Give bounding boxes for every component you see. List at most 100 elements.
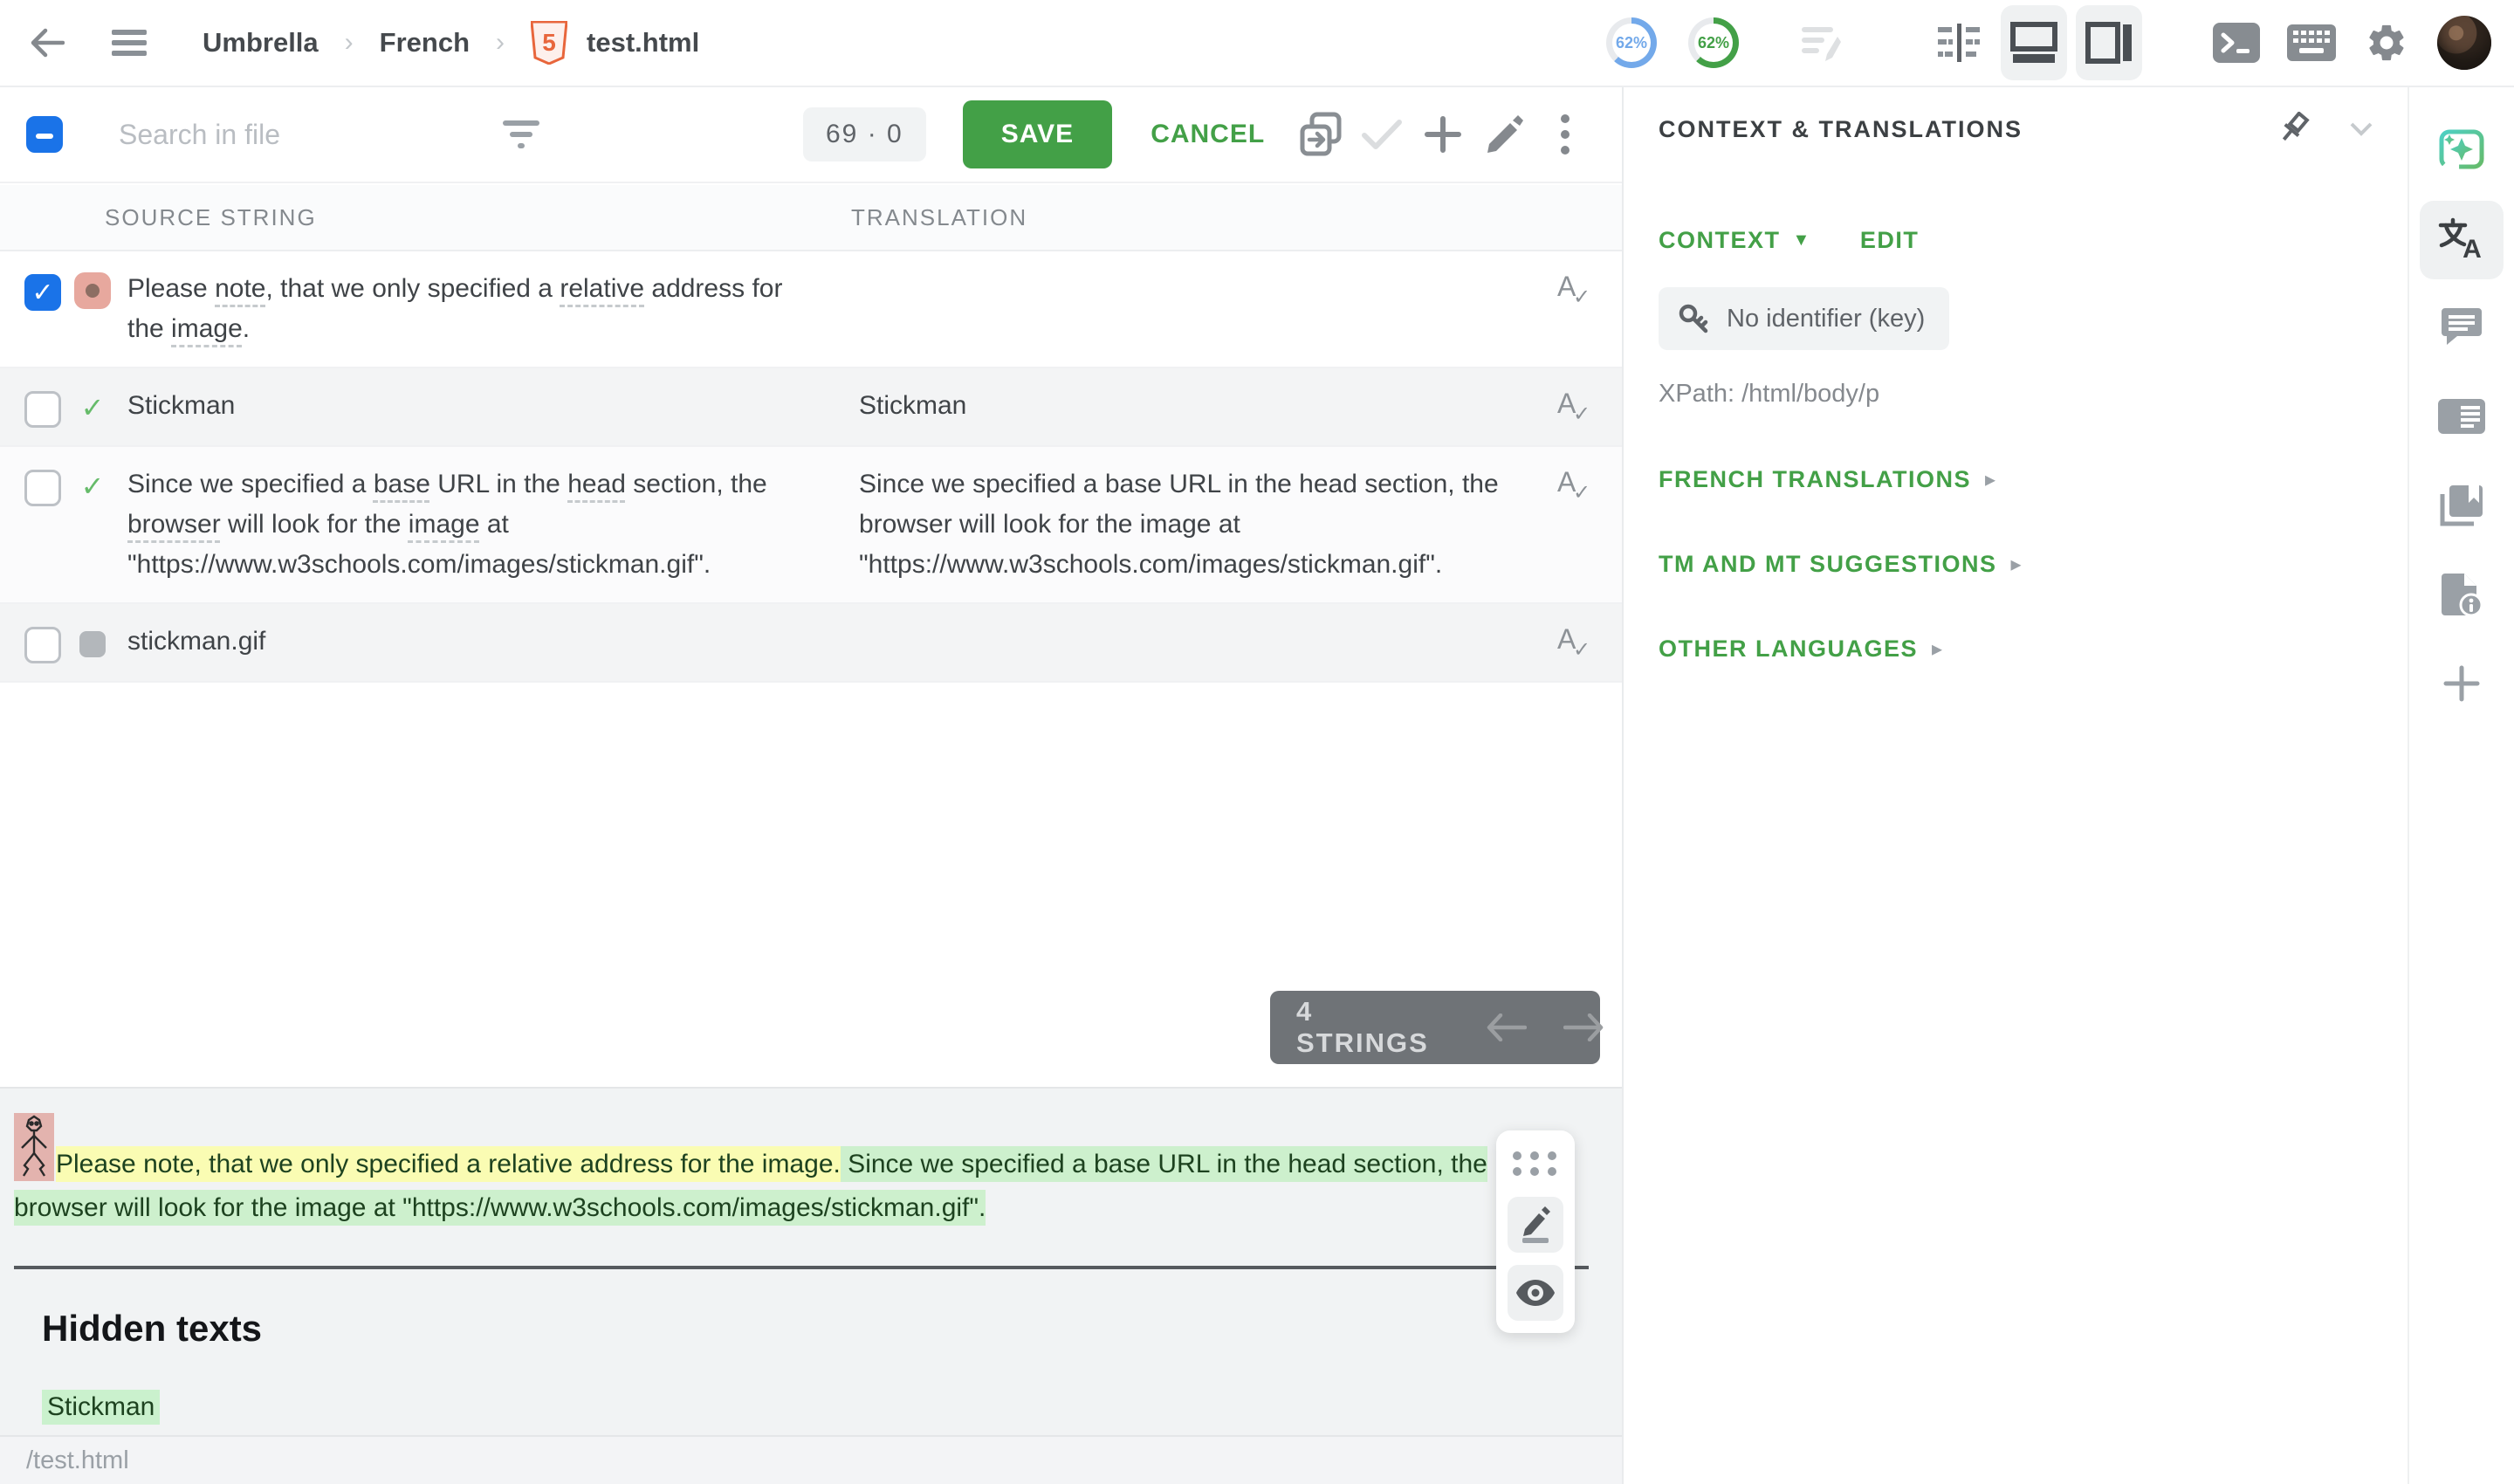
search-input[interactable] — [119, 119, 485, 151]
copy-icon — [1299, 112, 1343, 157]
shortcuts-button[interactable] — [2278, 5, 2345, 80]
console-button[interactable] — [2203, 5, 2270, 80]
chevron-right-icon: ▸ — [2011, 552, 2023, 577]
chevron-right-icon: ▸ — [1985, 467, 1997, 492]
string-row[interactable]: Please note, that we only specified a re… — [0, 251, 1622, 368]
header-actions: 62% 62% — [1606, 5, 2514, 80]
next-string-button[interactable] — [1563, 1013, 1604, 1041]
add-panel-rail-button[interactable] — [2420, 646, 2504, 725]
string-row-checkbox[interactable] — [24, 274, 61, 311]
glossary-term[interactable]: head — [567, 470, 626, 498]
string-row-checkbox[interactable] — [24, 470, 61, 506]
top-bar: Umbrella›French›5test.html 62%62% — [0, 0, 2514, 87]
filter-button[interactable] — [501, 108, 541, 161]
panel-section-french-translations[interactable]: FRENCH TRANSLATIONS▸ — [1659, 466, 2373, 493]
back-button[interactable] — [16, 11, 79, 74]
string-row-checkbox[interactable] — [24, 391, 61, 428]
string-row[interactable]: ✓Since we specified a base URL in the he… — [0, 447, 1622, 604]
right-panel-view-icon — [2085, 22, 2133, 64]
hidden-status-icon — [73, 625, 112, 657]
add-panel-icon — [2442, 663, 2482, 708]
spellcheck-icon[interactable]: A✓ — [1556, 388, 1596, 428]
string-row-checkbox[interactable] — [24, 627, 61, 663]
translate-rail-button[interactable]: A — [2420, 201, 2504, 279]
hidden-texts-heading: Hidden texts — [42, 1308, 1608, 1350]
right-panel-view-button[interactable] — [2076, 5, 2142, 80]
edit-string-button[interactable] — [1473, 104, 1535, 165]
select-all-checkbox[interactable] — [26, 116, 63, 153]
save-button[interactable]: SAVE — [963, 100, 1112, 168]
glossary-term[interactable]: browser — [127, 510, 221, 539]
key-icon — [1676, 301, 1711, 336]
edit-lines-button[interactable] — [1789, 5, 1856, 80]
previous-string-button[interactable] — [1487, 1013, 1527, 1041]
edit-lines-icon — [1801, 21, 1844, 65]
spellcheck-icon[interactable]: A✓ — [1556, 271, 1596, 311]
breadcrumb-item[interactable]: French — [380, 27, 470, 58]
bottom-panel-view-button[interactable] — [2001, 5, 2067, 80]
progress-rings: 62% 62% — [1606, 17, 1746, 68]
html5-file-icon: 5 — [531, 21, 567, 65]
glossary-rail-button[interactable] — [2420, 468, 2504, 546]
panel-section-other-languages[interactable]: OTHER LANGUAGES▸ — [1659, 636, 2373, 663]
preview-paragraph-line1: Please note, that we only specified a re… — [14, 1113, 1608, 1184]
glossary-term[interactable]: relative — [560, 274, 644, 303]
ai-suggest-rail-button[interactable] — [2420, 112, 2504, 190]
comments-icon — [2440, 306, 2483, 353]
more-actions-button[interactable] — [1535, 104, 1596, 165]
breadcrumb-item[interactable]: Umbrella — [203, 27, 319, 58]
table-header: SOURCE STRING TRANSLATION — [0, 185, 1622, 251]
edit-context-button[interactable]: EDIT — [1860, 227, 1920, 254]
glossary-term[interactable]: image — [171, 314, 243, 343]
hidden-text-item[interactable]: Stickman — [42, 1390, 160, 1425]
main-menu-button[interactable] — [98, 11, 161, 74]
settings-button[interactable] — [2353, 5, 2420, 80]
right-tools-rail: A — [2408, 87, 2514, 1484]
side-by-side-view-button[interactable] — [1926, 5, 1992, 80]
user-avatar[interactable] — [2437, 16, 2491, 70]
translated-status-icon: ✓ — [73, 389, 112, 426]
source-string-text: Since we specified a base URL in the hea… — [127, 464, 826, 585]
gear-icon — [2365, 21, 2408, 65]
progress-ring[interactable]: 62% — [1606, 17, 1657, 68]
progress-ring[interactable]: 62% — [1688, 17, 1739, 68]
preview-visibility-button[interactable] — [1508, 1265, 1563, 1321]
context-panel: CONTEXT & TRANSLATIONS CONTEXT — [1622, 87, 2408, 1484]
file-info-rail-button[interactable] — [2420, 557, 2504, 636]
preview-edit-button[interactable] — [1508, 1197, 1563, 1253]
strings-count-badge: 4 STRINGS — [1270, 991, 1600, 1064]
cancel-button[interactable]: CANCEL — [1151, 120, 1265, 149]
info-card-icon — [2438, 399, 2485, 438]
highlighted-sentence-green-part1[interactable]: Since we specified a base URL in the hea… — [841, 1146, 1487, 1182]
pin-panel-button[interactable] — [2278, 112, 2310, 147]
side-by-side-view-icon — [1936, 22, 1982, 64]
context-dropdown[interactable]: CONTEXT ▼ — [1659, 227, 1811, 254]
eye-icon — [1516, 1280, 1555, 1306]
approve-button[interactable] — [1351, 104, 1412, 165]
source-string-text: Please note, that we only specified a re… — [127, 269, 826, 349]
edit-context-label: EDIT — [1860, 227, 1920, 254]
strings-workspace: 69 · 0 SAVE CANCEL — [0, 87, 1622, 1484]
collapse-panel-button[interactable] — [2350, 122, 2373, 136]
glossary-term[interactable]: base — [374, 470, 430, 498]
spellcheck-icon[interactable]: A✓ — [1556, 466, 1596, 506]
glossary-icon — [2439, 484, 2484, 532]
ai-suggest-icon — [2437, 127, 2486, 175]
breadcrumb-item[interactable]: test.html — [587, 27, 699, 58]
info-card-rail-button[interactable] — [2420, 379, 2504, 457]
string-row[interactable]: ✓StickmanStickmanA✓ — [0, 368, 1622, 447]
add-string-button[interactable] — [1412, 104, 1473, 165]
comments-rail-button[interactable] — [2420, 290, 2504, 368]
breadcrumb: Umbrella›French›5test.html — [203, 21, 699, 65]
glossary-term[interactable]: note — [215, 274, 265, 303]
kebab-menu-icon — [1560, 113, 1570, 155]
glossary-term[interactable]: image — [409, 510, 480, 539]
spellcheck-icon[interactable]: A✓ — [1556, 623, 1596, 663]
highlighted-sentence-green-part2[interactable]: browser will look for the image at "http… — [14, 1190, 986, 1226]
copy-source-button[interactable] — [1290, 104, 1351, 165]
highlighted-sentence-yellow[interactable]: Please note, that we only specified a re… — [56, 1146, 841, 1182]
pencil-icon — [1484, 114, 1524, 155]
panel-section-tm-and-mt-suggestions[interactable]: TM AND MT SUGGESTIONS▸ — [1659, 551, 2373, 578]
drag-handle[interactable] — [1513, 1143, 1558, 1185]
string-row[interactable]: stickman.gifA✓ — [0, 604, 1622, 683]
